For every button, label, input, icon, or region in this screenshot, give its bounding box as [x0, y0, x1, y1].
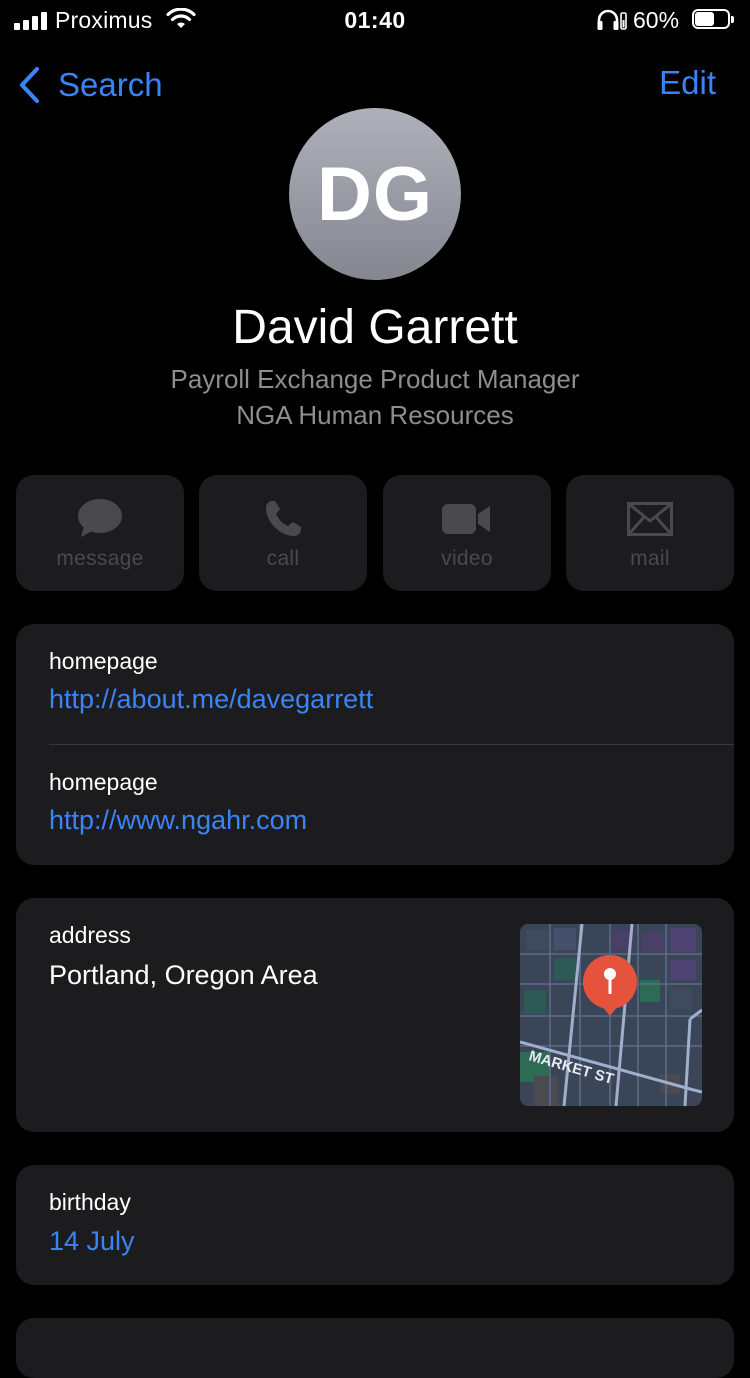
video-button[interactable]: video	[383, 475, 551, 591]
video-icon	[383, 497, 551, 541]
message-icon	[16, 497, 184, 541]
message-button[interactable]: message	[16, 475, 184, 591]
contact-name: David Garrett	[232, 301, 518, 354]
quick-actions: message call video mail	[16, 475, 734, 591]
contact-company: NGA Human Resources	[236, 400, 514, 430]
avatar: DG	[289, 108, 461, 280]
homepage-link[interactable]: http://about.me/davegarrett	[49, 684, 373, 715]
chevron-left-icon	[19, 66, 40, 104]
map-thumbnail[interactable]: MARKET ST	[520, 924, 702, 1106]
homepage-card: homepage http://about.me/davegarrett hom…	[16, 624, 734, 865]
call-button[interactable]: call	[199, 475, 367, 591]
contact-job-title: Payroll Exchange Product Manager	[170, 364, 580, 394]
address-card[interactable]: address Portland, Oregon Area MARKET ST	[16, 898, 734, 1132]
next-card	[16, 1318, 734, 1378]
status-bar: Proximus 01:40 60%	[0, 0, 750, 40]
call-button-label: call	[266, 547, 300, 570]
battery-percent: 60%	[633, 7, 680, 33]
headphones-icon	[596, 9, 628, 36]
back-button-label: Search	[58, 66, 163, 103]
homepage-label: homepage	[49, 648, 158, 674]
back-button[interactable]: Search	[16, 62, 163, 108]
birthday-label: birthday	[49, 1189, 131, 1215]
address-value: Portland, Oregon Area	[49, 960, 318, 990]
homepage-label: homepage	[49, 769, 158, 795]
mail-button[interactable]: mail	[566, 475, 734, 591]
address-label: address	[49, 922, 131, 948]
birthday-card: birthday 14 July	[16, 1165, 734, 1285]
message-button-label: message	[56, 547, 144, 570]
edit-button[interactable]: Edit	[659, 64, 716, 102]
battery-icon	[692, 9, 734, 29]
mail-button-label: mail	[630, 547, 670, 570]
phone-icon	[199, 497, 367, 541]
divider	[49, 744, 734, 745]
avatar-initials: DG	[317, 151, 433, 237]
birthday-value[interactable]: 14 July	[49, 1226, 135, 1257]
homepage-link[interactable]: http://www.ngahr.com	[49, 805, 307, 836]
video-button-label: video	[441, 547, 493, 570]
mail-icon	[566, 497, 734, 541]
